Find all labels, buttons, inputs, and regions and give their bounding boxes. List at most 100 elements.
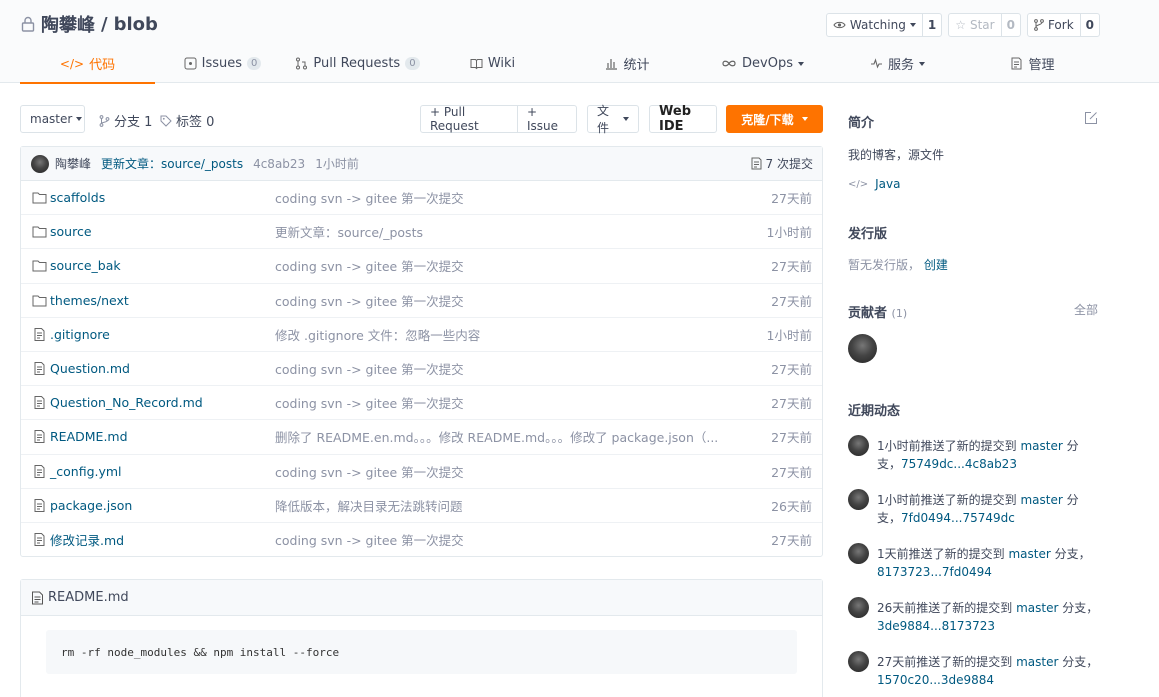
- file-name-link[interactable]: README.md: [32, 429, 128, 444]
- clone-download-button[interactable]: 克隆/下载: [726, 105, 823, 133]
- file-row[interactable]: .gitignore 修改 .gitignore 文件：忽略一些内容 1小时前: [21, 318, 822, 352]
- file-commit-message[interactable]: coding svn -> gitee 第一次提交: [275, 462, 464, 481]
- file-name-link[interactable]: _config.yml: [32, 464, 122, 479]
- file-commit-message[interactable]: coding svn -> gitee 第一次提交: [275, 188, 464, 207]
- file-name: README.md: [50, 429, 128, 445]
- commit-author-link[interactable]: 陶攀峰: [55, 155, 91, 172]
- repo-owner-link[interactable]: 陶攀峰: [41, 11, 95, 37]
- activity-branch-link[interactable]: master: [1020, 493, 1062, 507]
- file-row[interactable]: source_bak coding svn -> gitee 第一次提交 27天前: [21, 249, 822, 284]
- files-menu-button[interactable]: 文件: [587, 104, 639, 135]
- tab-services[interactable]: 服务: [830, 44, 965, 83]
- repo-name-link[interactable]: blob: [114, 14, 158, 35]
- activity-branch-link[interactable]: master: [1020, 439, 1062, 453]
- avatar[interactable]: [848, 489, 869, 510]
- file-name-link[interactable]: Question_No_Record.md: [32, 395, 203, 410]
- star-button[interactable]: ☆ Star 0: [948, 13, 1021, 37]
- avatar[interactable]: [848, 597, 869, 618]
- file-row[interactable]: package.json 降低版本，解决目录无法跳转问题 26天前: [21, 489, 822, 523]
- file-commit-time: 1小时前: [766, 327, 812, 343]
- file-row[interactable]: source 更新文章：source/_posts 1小时前: [21, 215, 822, 250]
- file-icon: [34, 327, 45, 341]
- commit-count-link[interactable]: 7 次提交: [751, 155, 813, 172]
- tab-pull-requests[interactable]: Pull Requests 0: [290, 44, 425, 83]
- file-commit-message[interactable]: coding svn -> gitee 第一次提交: [275, 256, 464, 275]
- commit-message-link[interactable]: 更新文章：source/_posts: [101, 155, 243, 172]
- release-text: 暂无发行版， 创建: [848, 256, 948, 273]
- watch-count[interactable]: 1: [923, 14, 941, 36]
- avatar[interactable]: [848, 651, 869, 672]
- activity-compare-link[interactable]: 75749dc...4c8ab23: [901, 457, 1017, 471]
- file-commit-message[interactable]: 降低版本，解决目录无法跳转问题: [275, 496, 463, 515]
- activity-compare-link[interactable]: 3de9884...8173723: [877, 619, 995, 633]
- tab-issues[interactable]: Issues 0: [155, 44, 290, 83]
- activity-description: 1天前推送了新的提交到: [877, 547, 1009, 561]
- file-row[interactable]: scaffolds coding svn -> gitee 第一次提交 27天前: [21, 181, 822, 216]
- activity-branch-link[interactable]: master: [1008, 547, 1050, 561]
- file-row[interactable]: README.md 删除了 README.en.md。。。修改 README.md…: [21, 420, 822, 455]
- file-name-link[interactable]: 修改记录.md: [32, 530, 124, 549]
- file-commit-message[interactable]: coding svn -> gitee 第一次提交: [275, 291, 464, 310]
- file-row[interactable]: themes/next coding svn -> gitee 第一次提交 27天前: [21, 284, 822, 318]
- language-tag[interactable]: </> Java: [848, 177, 901, 191]
- activity-compare-link[interactable]: 8173723...7fd0494: [877, 565, 992, 579]
- avatar[interactable]: [848, 543, 869, 564]
- file-name-link[interactable]: source_bak: [32, 258, 121, 273]
- pulse-icon: [870, 58, 882, 69]
- watch-button[interactable]: Watching 1: [825, 13, 943, 37]
- fork-button[interactable]: Fork 0: [1026, 13, 1100, 37]
- tab-code[interactable]: </> 代码: [20, 44, 155, 84]
- tab-wiki-label: Wiki: [487, 56, 516, 71]
- file-row[interactable]: Question_No_Record.md coding svn -> gitee…: [21, 386, 822, 421]
- avatar[interactable]: [848, 435, 869, 456]
- infinity-icon: [722, 60, 736, 67]
- tags-link[interactable]: 标签 0: [160, 111, 214, 130]
- file-row[interactable]: Question.md coding svn -> gitee 第一次提交 27天前: [21, 352, 822, 387]
- file-name-link[interactable]: source: [32, 224, 92, 239]
- chevron-down-icon: [797, 61, 804, 66]
- activity-branch-link[interactable]: master: [1016, 655, 1058, 669]
- release-create-link[interactable]: 创建: [924, 258, 948, 272]
- tab-manage[interactable]: 管理: [965, 44, 1100, 83]
- activity-compare-link[interactable]: 1570c20...3de9884: [877, 673, 994, 687]
- file-name-link[interactable]: .gitignore: [32, 327, 110, 342]
- branches-link[interactable]: 分支 1: [99, 111, 152, 130]
- edit-icon[interactable]: [1084, 111, 1098, 125]
- repo-header: 陶攀峰 / blob Watching 1 ☆ Star 0 Fork 0 </…: [0, 0, 1159, 84]
- avatar[interactable]: [31, 154, 49, 173]
- branch-select-label: master: [30, 112, 73, 126]
- tab-pull-requests-label: Pull Requests: [313, 56, 401, 71]
- tab-devops[interactable]: DevOps: [695, 44, 830, 83]
- file-name-link[interactable]: scaffolds: [32, 190, 105, 205]
- activity-branch-link[interactable]: master: [1016, 601, 1058, 615]
- file-name-link[interactable]: Question.md: [32, 361, 130, 376]
- file-commit-message[interactable]: coding svn -> gitee 第一次提交: [275, 359, 464, 378]
- star-count[interactable]: 0: [1002, 14, 1020, 36]
- tab-stats[interactable]: 统计: [560, 44, 695, 83]
- file-row[interactable]: _config.yml coding svn -> gitee 第一次提交 27天前: [21, 455, 822, 489]
- tab-wiki[interactable]: Wiki: [425, 44, 560, 83]
- branch-select[interactable]: master: [20, 105, 85, 133]
- file-name: _config.yml: [50, 463, 122, 479]
- avatar[interactable]: [848, 334, 877, 363]
- file-name-link[interactable]: themes/next: [32, 293, 129, 308]
- file-row[interactable]: 修改记录.md coding svn -> gitee 第一次提交 27天前: [21, 523, 822, 557]
- commit-sha-link[interactable]: 4c8ab23: [253, 157, 305, 171]
- file-commit-message[interactable]: 更新文章：source/_posts: [275, 222, 423, 241]
- fork-count[interactable]: 0: [1081, 14, 1099, 36]
- file-commit-message[interactable]: coding svn -> gitee 第一次提交: [275, 393, 464, 412]
- contributors-label: 贡献者: [848, 306, 888, 321]
- activity-item: 1天前推送了新的提交到 master 分支， 8173723...7fd0494: [848, 543, 1098, 583]
- tab-code-label: 代码: [89, 58, 116, 73]
- contributors-all-link[interactable]: 全部: [1074, 301, 1098, 318]
- web-ide-button[interactable]: Web IDE: [649, 104, 717, 134]
- contributors-count: (1): [891, 307, 908, 320]
- file-commit-message[interactable]: coding svn -> gitee 第一次提交: [275, 530, 464, 549]
- file-name-link[interactable]: package.json: [32, 498, 132, 513]
- file-commit-message[interactable]: 删除了 README.en.md。。。修改 README.md。。。修改了 pa…: [275, 427, 718, 446]
- file-commit-message[interactable]: 修改 .gitignore 文件：忽略一些内容: [275, 325, 480, 344]
- activity-compare-link[interactable]: 7fd0494...75749dc: [901, 511, 1015, 525]
- tab-devops-label: DevOps: [742, 56, 793, 71]
- new-pull-request-button[interactable]: + Pull Request: [420, 105, 518, 133]
- new-issue-button[interactable]: + Issue: [517, 105, 577, 133]
